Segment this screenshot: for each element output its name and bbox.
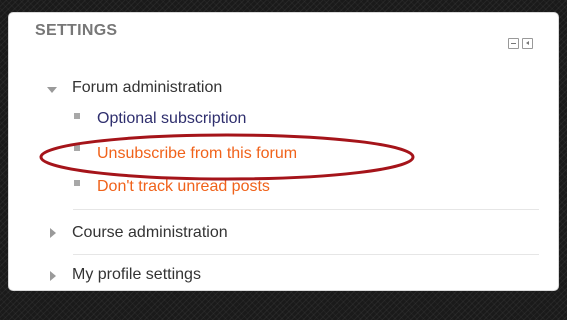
block-controls xyxy=(508,38,533,49)
bullet-icon xyxy=(74,113,80,119)
bullet-icon xyxy=(74,180,80,186)
collapsed-triangle-icon[interactable] xyxy=(50,271,56,281)
tree-node-my-profile-settings[interactable]: My profile settings xyxy=(72,266,201,284)
tree-node-forum-administration[interactable]: Forum administration xyxy=(72,79,222,97)
tree-node-course-administration[interactable]: Course administration xyxy=(72,224,228,242)
link-unsubscribe-forum[interactable]: Unsubscribe from this forum xyxy=(97,145,297,163)
expanded-triangle-icon[interactable] xyxy=(47,87,57,93)
collapsed-triangle-icon[interactable] xyxy=(50,228,56,238)
divider xyxy=(73,254,539,255)
link-dont-track-unread[interactable]: Don't track unread posts xyxy=(97,178,270,196)
link-optional-subscription[interactable]: Optional subscription xyxy=(97,110,246,128)
bullet-icon xyxy=(74,145,80,151)
minus-square-icon[interactable] xyxy=(508,38,519,49)
block-title: SETTINGS xyxy=(35,22,118,39)
dock-left-icon[interactable] xyxy=(522,38,533,49)
divider xyxy=(73,209,539,210)
